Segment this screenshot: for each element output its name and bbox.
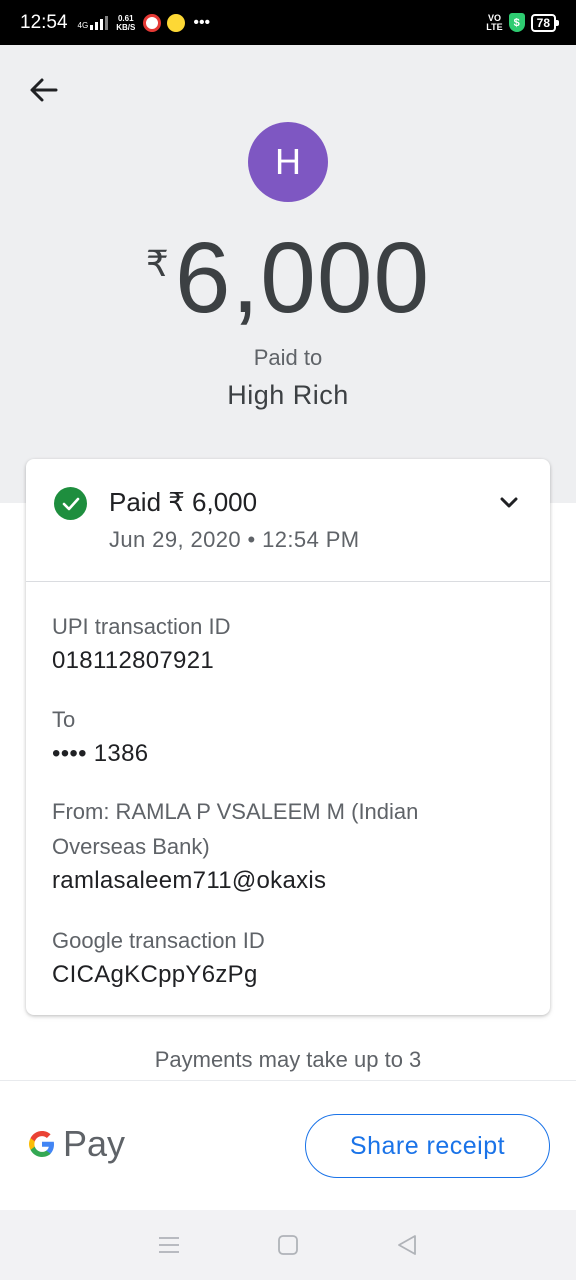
to-account: To •••• 1386 [52, 702, 148, 771]
currency-symbol: ₹ [145, 243, 169, 284]
google-transaction-id: Google transaction ID CICAgKCppY6zPg [52, 923, 265, 992]
check-circle-icon [54, 487, 87, 520]
home-icon [278, 1235, 298, 1255]
more-notifications-icon: ••• [193, 13, 211, 31]
detail-label: From: RAMLA P VSALEEM M (Indian Overseas… [52, 799, 419, 859]
back-button[interactable] [26, 75, 62, 105]
upi-transaction-id: UPI transaction ID 018112807921 [52, 609, 231, 678]
payment-datetime: Jun 29, 2020 • 12:54 PM [109, 527, 360, 552]
from-account: From: RAMLA P VSALEEM M (Indian Overseas… [52, 794, 472, 898]
volte-icon: VO LTE [486, 12, 503, 32]
notification-app-icon [143, 13, 162, 32]
status-bar: 12:54 4G 0.61 KB/S ••• VO LTE $ 78 [0, 0, 576, 45]
detail-value: CICAgKCppY6zPg [52, 961, 258, 988]
google-g-icon [29, 1131, 54, 1157]
back-arrow-icon [30, 78, 58, 102]
detail-label: To [52, 707, 76, 732]
menu-icon [159, 1237, 180, 1253]
share-receipt-button[interactable]: Share receipt [305, 1114, 550, 1178]
avatar: H [248, 122, 328, 202]
detail-label: Google transaction ID [52, 928, 265, 953]
signal-icon: 4G [78, 15, 109, 30]
network-speed: 0.61 KB/S [116, 13, 136, 32]
home-button[interactable] [273, 1230, 303, 1260]
status-time: 12:54 [20, 11, 68, 33]
shield-icon: $ [508, 13, 525, 32]
battery-icon: 78 [530, 13, 560, 32]
snapchat-icon [167, 13, 186, 32]
amount-value: 6,000 [174, 222, 431, 334]
bottom-action-bar: Pay Share receipt [0, 1080, 576, 1210]
gpay-label: Pay [63, 1123, 126, 1164]
detail-value: ramlasaleem711@okaxis [52, 867, 327, 894]
chevron-down-icon[interactable] [498, 495, 520, 511]
transaction-summary[interactable]: Paid ₹ 6,000 Jun 29, 2020 • 12:54 PM [26, 459, 550, 582]
gpay-logo: Pay [25, 1123, 125, 1165]
payee-name: High Rich [227, 380, 349, 410]
system-nav-bar [0, 1210, 576, 1280]
paid-to-label: Paid to [253, 345, 323, 370]
back-nav-button[interactable] [392, 1230, 422, 1260]
detail-label: UPI transaction ID [52, 614, 231, 639]
detail-value: 018112807921 [52, 647, 214, 674]
back-triangle-icon [397, 1235, 416, 1255]
payment-notice: Payments may take up to 3 [154, 1047, 422, 1072]
amount-display: ₹ 6,000 [0, 223, 576, 333]
transaction-card: Paid ₹ 6,000 Jun 29, 2020 • 12:54 PM UPI… [26, 459, 550, 1015]
detail-value: •••• 1386 [52, 740, 149, 767]
menu-button[interactable] [154, 1230, 184, 1260]
payment-status: Paid ₹ 6,000 [109, 487, 258, 517]
payment-header: H ₹ 6,000 Paid to High Rich [0, 45, 576, 503]
